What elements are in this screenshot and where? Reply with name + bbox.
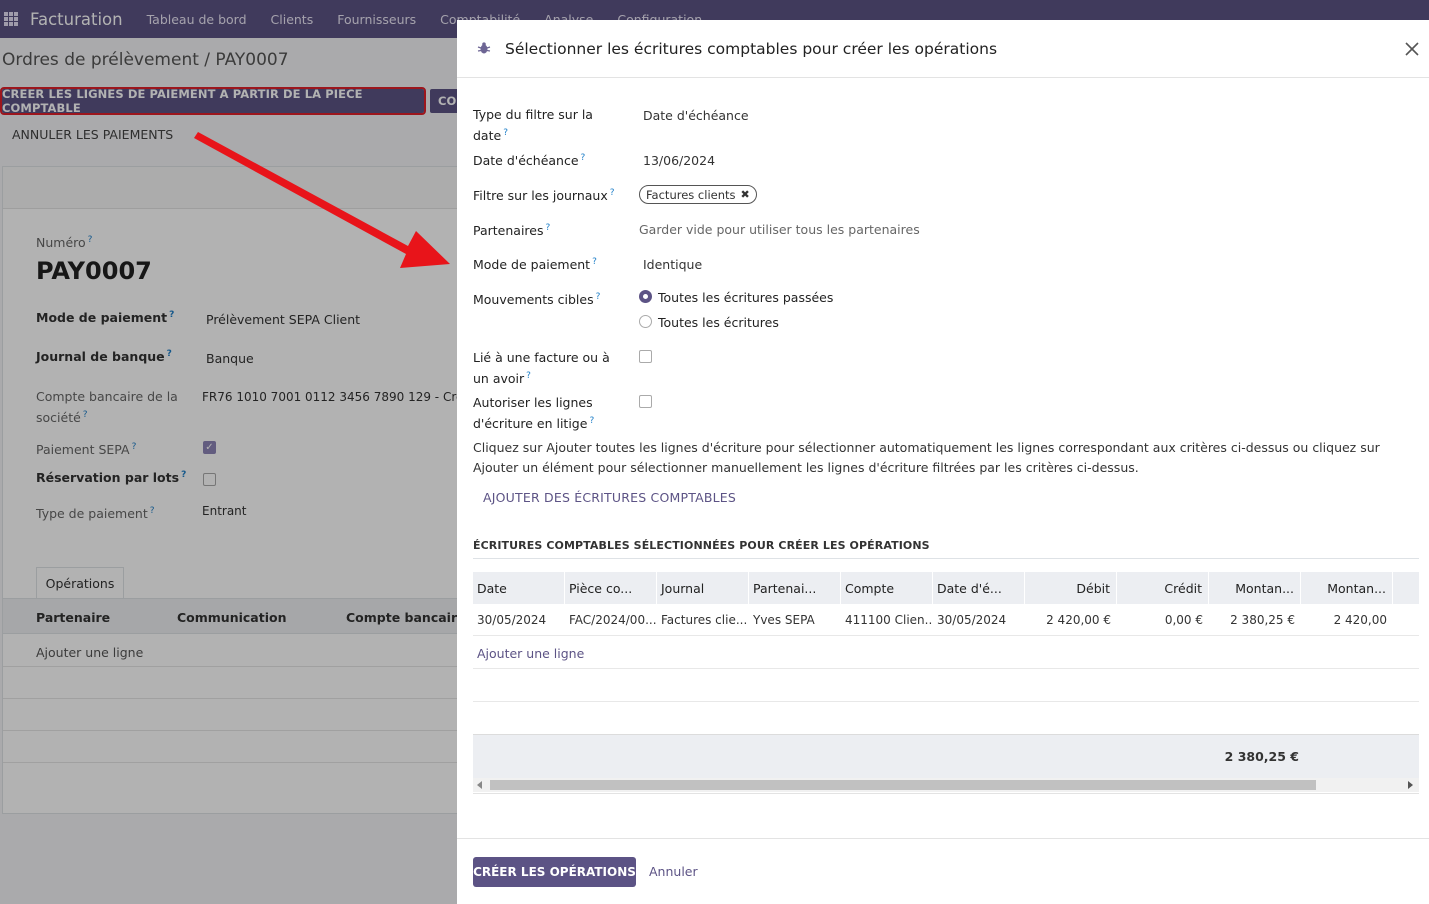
table-footer: 2 380,25 €	[473, 734, 1419, 778]
horizontal-scrollbar[interactable]	[473, 778, 1419, 792]
cell-partner: Yves SEPA	[753, 613, 815, 627]
dialog-header: Sélectionner les écritures comptables po…	[457, 20, 1429, 78]
journal-tag: Factures clients ✖	[639, 185, 757, 204]
dialog-footer: CRÉER LES OPÉRATIONS Annuler	[457, 838, 1429, 904]
add-line-link[interactable]: Ajouter une ligne	[477, 646, 584, 661]
section-title: ÉCRITURES COMPTABLES SÉLECTIONNÉES POUR …	[473, 539, 1419, 559]
column-header-journal[interactable]: Journal	[657, 572, 749, 604]
total-amount: 2 380,25 €	[1224, 749, 1299, 764]
litigation-checkbox[interactable]	[639, 395, 652, 408]
table-header: Date Pièce co... Journal Partenai... Com…	[473, 572, 1419, 604]
invoice-link-checkbox[interactable]	[639, 350, 652, 363]
date-filter-type-label: Type du filtre sur la date?	[473, 107, 593, 144]
litigation-label: Autoriser les lignes d'écriture en litig…	[473, 395, 595, 432]
cancel-button[interactable]: Annuler	[649, 864, 698, 879]
column-header-account[interactable]: Compte	[841, 572, 933, 604]
scrollbar-thumb[interactable]	[490, 780, 1316, 790]
radio-all-moves[interactable]	[639, 315, 652, 328]
cell-amount-currency: 2 420,00	[1333, 613, 1387, 627]
partners-label: Partenaires?	[473, 223, 551, 239]
move-lines-table: Date Pièce co... Journal Partenai... Com…	[473, 572, 1419, 794]
help-text: Cliquez sur Ajouter toutes les lignes d'…	[473, 440, 1380, 475]
cell-journal: Factures clie...	[661, 613, 748, 627]
dialog-title: Sélectionner les écritures comptables po…	[505, 40, 998, 58]
journals-filter-label: Filtre sur les journaux?	[473, 188, 615, 204]
radio-all-moves-label[interactable]: Toutes les écritures	[658, 315, 779, 330]
column-header-partner[interactable]: Partenai...	[749, 572, 841, 604]
cell-credit: 0,00 €	[1164, 613, 1203, 627]
row-divider	[473, 668, 1419, 669]
create-operations-button[interactable]: CRÉER LES OPÉRATIONS	[473, 857, 636, 887]
scroll-right-icon[interactable]	[1408, 781, 1413, 789]
column-header-debit[interactable]: Débit	[1025, 572, 1117, 604]
add-move-lines-button[interactable]: AJOUTER DES ÉCRITURES COMPTABLES	[483, 490, 736, 505]
column-header-move[interactable]: Pièce co...	[565, 572, 657, 604]
cell-due-date: 30/05/2024	[937, 613, 1007, 627]
bug-icon[interactable]	[477, 41, 491, 55]
journal-tag-label: Factures clients	[646, 187, 736, 202]
radio-posted-moves[interactable]	[639, 290, 652, 303]
table-row[interactable]: 30/05/2024 FAC/2024/00... Factures clie.…	[473, 604, 1419, 636]
column-header-date[interactable]: Date	[473, 572, 565, 604]
cell-amount: 2 380,25 €	[1230, 613, 1295, 627]
radio-posted-moves-label[interactable]: Toutes les écritures passées	[658, 290, 833, 305]
due-date-label: Date d'échéance?	[473, 153, 586, 169]
payment-mode-select[interactable]: Identique	[643, 257, 702, 272]
date-filter-type-value[interactable]: Date d'échéance	[643, 108, 749, 123]
column-header-amount[interactable]: Montan...	[1209, 572, 1301, 604]
close-icon[interactable]	[1403, 40, 1421, 58]
cell-move: FAC/2024/00...	[569, 613, 657, 627]
payment-mode-label: Mode de paiement?	[473, 257, 597, 273]
cell-date: 30/05/2024	[477, 613, 547, 627]
target-moves-label: Mouvements cibles?	[473, 292, 601, 308]
column-header-due-date[interactable]: Date d'é...	[933, 572, 1025, 604]
column-header-amount-currency[interactable]: Montan...	[1301, 572, 1393, 604]
remove-tag-icon[interactable]: ✖	[741, 188, 750, 201]
due-date-value[interactable]: 13/06/2024	[643, 153, 715, 168]
column-header-credit[interactable]: Crédit	[1117, 572, 1209, 604]
cell-debit: 2 420,00 €	[1046, 613, 1111, 627]
select-move-lines-dialog: Sélectionner les écritures comptables po…	[457, 20, 1429, 904]
invoice-link-label: Lié à une facture ou à un avoir?	[473, 350, 610, 387]
cell-account: 411100 Clien...	[845, 613, 933, 627]
partners-input[interactable]: Garder vide pour utiliser tous les parte…	[639, 222, 920, 237]
row-divider	[473, 701, 1419, 702]
scroll-left-icon[interactable]	[477, 781, 482, 789]
